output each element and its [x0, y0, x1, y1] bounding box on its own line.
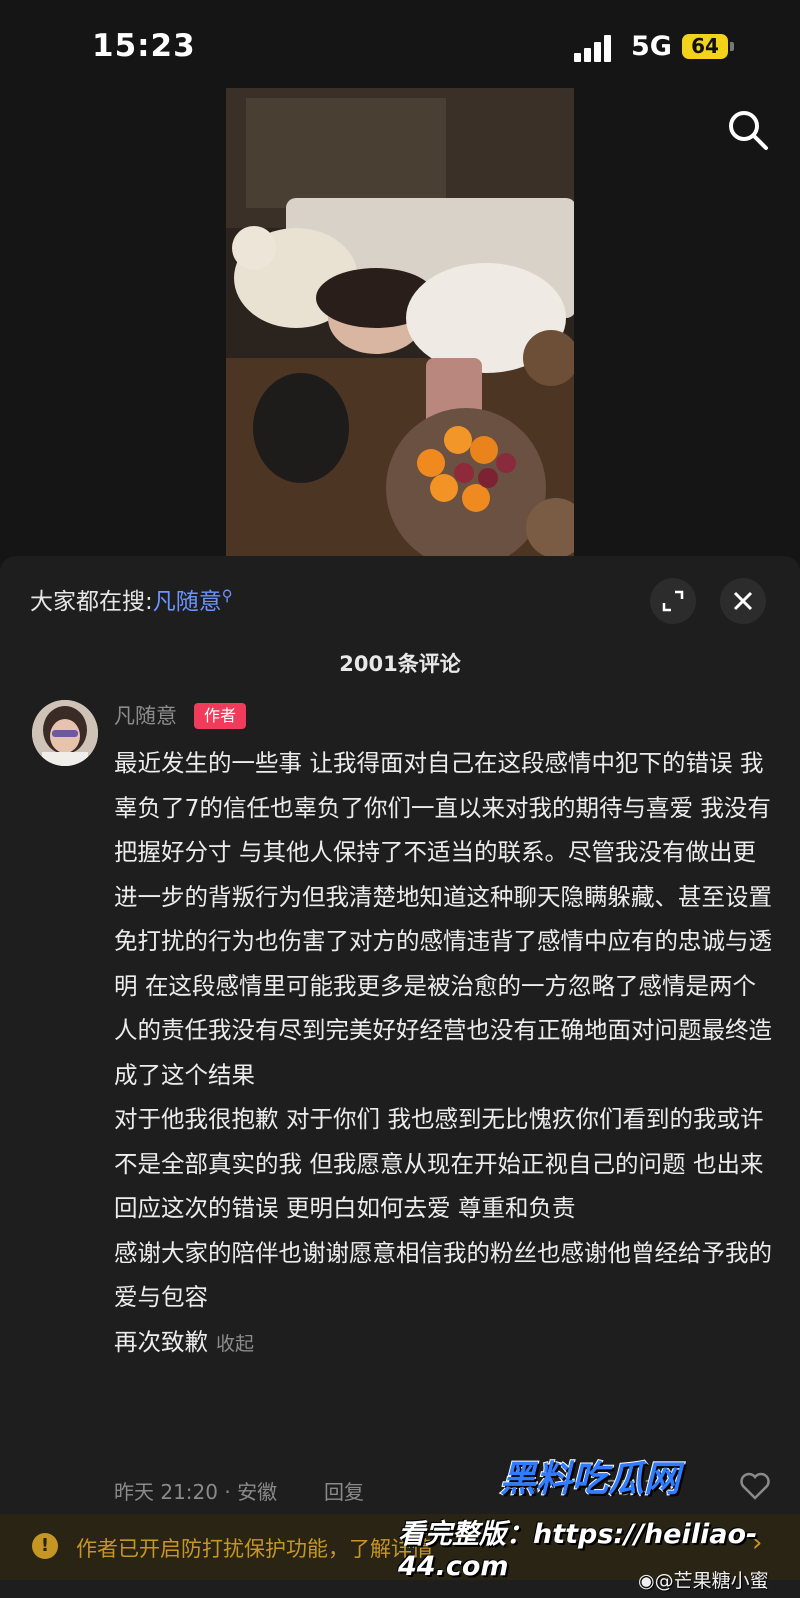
- avatar[interactable]: [32, 700, 98, 766]
- battery-icon: 64: [682, 34, 728, 59]
- reply-button[interactable]: 回复: [324, 1476, 364, 1505]
- hot-search-keyword[interactable]: 凡随意: [153, 589, 222, 615]
- avatar-image: [32, 700, 98, 766]
- search-button[interactable]: [726, 108, 770, 152]
- comment-count: 2001条评论: [339, 652, 461, 676]
- heart-icon: [740, 1472, 770, 1500]
- weibo-icon: ◉: [638, 1570, 655, 1592]
- author-badge: 作者: [194, 703, 246, 729]
- comment-meta: 昨天 21:20 · 安徽: [114, 1480, 278, 1504]
- comment-paragraph: 再次致歉: [114, 1327, 208, 1356]
- close-icon: [733, 591, 753, 611]
- expand-button[interactable]: [650, 578, 696, 624]
- hot-search-bar[interactable]: 大家都在搜:凡随意⚲: [30, 582, 233, 616]
- status-time: 15:23: [92, 28, 196, 64]
- comment-paragraph: 对于他我很抱歉 对于你们 我也感到无比愧疚你们看到的我或许不是全部真实的我 但我…: [114, 1105, 764, 1222]
- small-search-icon: ⚲: [221, 586, 233, 605]
- photo-scene: [226, 88, 574, 556]
- comment-last-line: 再次致歉 收起: [114, 1320, 774, 1367]
- close-button[interactable]: [720, 578, 766, 624]
- weibo-watermark: ◉@芒果糖小蜜: [638, 1566, 769, 1593]
- comment-author[interactable]: 凡随意: [114, 700, 177, 730]
- expand-icon: [662, 590, 684, 612]
- status-bar: 15:23 5G 64: [0, 0, 800, 90]
- video-photo[interactable]: [226, 88, 574, 556]
- comment-paragraph: 最近发生的一些事 让我得面对自己在这段感情中犯下的错误 我辜负了7的信任也辜负了…: [114, 749, 772, 1089]
- collapse-button[interactable]: 收起: [216, 1333, 254, 1355]
- notice-text[interactable]: 作者已开启防打扰保护功能，了解详情: [76, 1533, 433, 1563]
- weibo-handle: @芒果糖小蜜: [654, 1570, 769, 1592]
- info-icon: !: [32, 1533, 58, 1559]
- battery-cap: [730, 42, 734, 51]
- comment-paragraph: 感谢大家的陪伴也谢谢愿意相信我的粉丝也感谢他曾经给予我的爱与包容: [114, 1238, 772, 1312]
- search-icon: [729, 111, 768, 150]
- signal-icon: [574, 34, 620, 62]
- comment-body: 最近发生的一些事 让我得面对自己在这段感情中犯下的错误 我辜负了7的信任也辜负了…: [114, 741, 774, 1366]
- watermark-title: 黑料吃瓜网: [499, 1458, 681, 1501]
- hot-search-prefix: 大家都在搜:: [30, 589, 153, 615]
- network-type: 5G: [631, 31, 672, 62]
- like-button[interactable]: [740, 1472, 770, 1504]
